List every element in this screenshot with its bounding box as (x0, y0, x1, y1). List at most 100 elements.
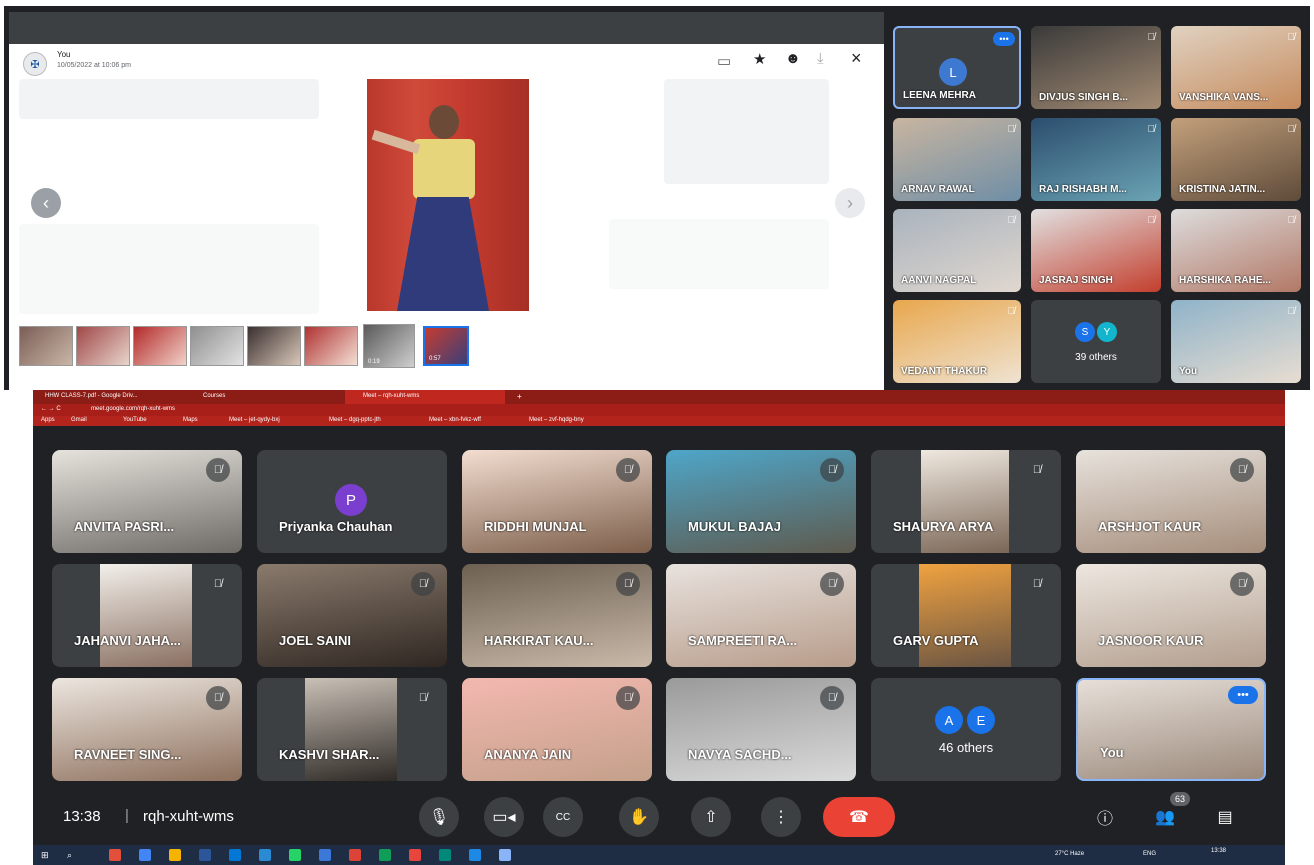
participant-tile[interactable]: 🎙̸ HARSHIKA RAHE... (1171, 209, 1301, 292)
participant-tile[interactable]: 🎙̸ VANSHIKA VANS... (1171, 26, 1301, 109)
participant-tile[interactable]: 🎙̸ GARV GUPTA (871, 564, 1061, 667)
comment-icon[interactable]: ▭ (717, 52, 731, 70)
weather-label: 27°C Haze (1055, 851, 1085, 857)
info-button[interactable]: ⓘ (1085, 797, 1125, 837)
present-button[interactable]: ⇧ (691, 797, 731, 837)
thumbnail[interactable] (304, 326, 358, 366)
url-field[interactable]: meet.google.com/rqh-xuht-wms (91, 406, 175, 412)
thumbnail[interactable] (190, 326, 244, 366)
chrome-icon[interactable] (139, 849, 151, 861)
more-options-button[interactable]: ⋮ (761, 797, 801, 837)
windows-start-icon[interactable]: ⊞ (41, 850, 49, 861)
participant-tile[interactable]: 🎙̸ MUKUL BAJAJ (666, 450, 856, 553)
more-options-icon[interactable]: ••• (1228, 686, 1258, 704)
participant-tile[interactable]: 🎙̸ DIVJUS SINGH B... (1031, 26, 1161, 109)
mic-off-icon: 🎙̸ (616, 572, 640, 596)
self-tile[interactable]: 🎙̸ You (1171, 300, 1301, 383)
app-icon[interactable] (499, 849, 511, 861)
app-icon[interactable] (319, 849, 331, 861)
participant-tile[interactable]: 🎙̸ JASNOOR KAUR (1076, 564, 1266, 667)
app-icon[interactable] (379, 849, 391, 861)
raise-hand-button[interactable]: ✋ (619, 797, 659, 837)
others-tile[interactable]: S Y 39 others (1031, 300, 1161, 383)
bookmark[interactable]: Meet – dgq-pptc-jth (329, 417, 381, 423)
end-call-button[interactable]: ☎ (823, 797, 895, 837)
participant-tile[interactable]: 🎙̸ AANVI NAGPAL (893, 209, 1021, 292)
browser-tab[interactable]: HHW CLASS-7.pdf - Google Driv... (45, 393, 138, 399)
meeting-code: rqh-xuht-wms (143, 808, 234, 825)
download-icon[interactable]: ⤓ (817, 50, 824, 67)
captions-button[interactable]: CC (543, 797, 583, 837)
thumbnail[interactable] (133, 326, 187, 366)
mic-icon: 🎙 (428, 809, 450, 826)
bookmark[interactable]: Meet – xbn-fvkz-wff (429, 417, 481, 423)
camera-button[interactable]: ▭◂ (484, 797, 524, 837)
self-tile[interactable]: ••• You (1076, 678, 1266, 781)
thumbnail[interactable] (19, 326, 73, 366)
participant-tile[interactable]: 🎙̸ KASHVI SHAR... (257, 678, 447, 781)
participant-tile[interactable]: P Priyanka Chauhan (257, 450, 447, 553)
more-options-icon[interactable]: ••• (993, 32, 1015, 46)
participant-tile[interactable]: 🎙̸ RIDDHI MUNJAL (462, 450, 652, 553)
bookmark[interactable]: YouTube (123, 417, 147, 423)
search-icon[interactable]: ⌕ (67, 850, 72, 861)
folder-icon[interactable] (169, 849, 181, 861)
bookmark[interactable]: Apps (41, 417, 55, 423)
app-icon[interactable] (109, 849, 121, 861)
bookmark[interactable]: Maps (183, 417, 198, 423)
participant-tile[interactable]: 🎙̸ ARSHJOT KAUR (1076, 450, 1266, 553)
mic-off-icon: 🎙̸ (1147, 32, 1156, 43)
participant-tile[interactable]: 🎙̸ JOEL SAINI (257, 564, 447, 667)
emoji-icon[interactable]: ☻ (785, 50, 801, 67)
participant-tile[interactable]: 🎙̸ RAJ RISHABH M... (1031, 118, 1161, 201)
participant-tile[interactable]: 🎙̸ JAHANVI JAHA... (52, 564, 242, 667)
others-avatar: A (935, 706, 963, 734)
address-bar: ← → C meet.google.com/rqh-xuht-wms (33, 404, 1285, 416)
participant-tile[interactable]: 🎙̸ SAMPREETI RA... (666, 564, 856, 667)
new-tab-icon[interactable]: + (517, 392, 522, 401)
video-thumbnail-selected[interactable]: 0:57 (423, 326, 469, 366)
close-icon[interactable]: × (851, 48, 862, 69)
video-duration: 0:19 (368, 359, 380, 365)
participant-tile[interactable]: 🎙̸ NAVYA SACHD... (666, 678, 856, 781)
background-panel (664, 79, 829, 184)
bookmark[interactable]: Meet – jet-qydy-bxj (229, 417, 280, 423)
participant-tile[interactable]: 🎙̸ SHAURYA ARYA (871, 450, 1061, 553)
chat-button[interactable]: ▤ (1205, 797, 1245, 837)
language-label: ENG (1143, 851, 1157, 857)
others-tile[interactable]: A E 46 others (871, 678, 1061, 781)
word-icon[interactable] (199, 849, 211, 861)
thumbnail[interactable] (247, 326, 301, 366)
participant-tile[interactable]: 🎙̸ ANANYA JAIN (462, 678, 652, 781)
participant-tile[interactable]: 🎙̸ ANVITA PASRI... (52, 450, 242, 553)
browser-tab[interactable]: Courses (203, 393, 225, 399)
app-icon[interactable] (469, 849, 481, 861)
participant-tile[interactable]: 🎙̸ KRISTINA JATIN... (1171, 118, 1301, 201)
participant-name: JASNOOR KAUR (1098, 633, 1204, 648)
participant-tile[interactable]: 🎙̸ HARKIRAT KAU... (462, 564, 652, 667)
app-icon[interactable] (349, 849, 361, 861)
app-icon[interactable] (259, 849, 271, 861)
nav-arrows-icon[interactable]: ← → C (41, 406, 61, 412)
next-arrow-icon[interactable]: › (835, 188, 865, 218)
participant-tile[interactable]: 🎙̸ JASRAJ SINGH (1031, 209, 1161, 292)
participant-tile[interactable]: 🎙̸ VEDANT THAKUR (893, 300, 1021, 383)
video-thumbnail[interactable]: 0:19 (363, 324, 415, 368)
mic-off-icon: 🎙̸ (820, 458, 844, 482)
thumbnail[interactable] (76, 326, 130, 366)
bookmark[interactable]: Meet – zvf-hqdg-bny (529, 417, 584, 423)
app-icon[interactable] (409, 849, 421, 861)
mic-button[interactable]: 🎙 (419, 797, 459, 837)
star-icon[interactable]: ★ (753, 50, 766, 68)
previous-arrow-icon[interactable]: ‹ (31, 188, 61, 218)
participant-tile[interactable]: 🎙̸ RAVNEET SING... (52, 678, 242, 781)
participant-tile[interactable]: 🎙̸ ARNAV RAWAL (893, 118, 1021, 201)
bookmark[interactable]: Gmail (71, 417, 87, 423)
app-icon[interactable] (229, 849, 241, 861)
app-icon[interactable] (439, 849, 451, 861)
participant-name: ARNAV RAWAL (901, 184, 975, 195)
mic-off-icon: 🎙̸ (411, 686, 435, 710)
whatsapp-icon[interactable] (289, 849, 301, 861)
participant-tile[interactable]: L ••• LEENA MEHRA (893, 26, 1021, 109)
browser-tab-active[interactable]: Meet – rqh-xuht-wms (363, 393, 419, 399)
